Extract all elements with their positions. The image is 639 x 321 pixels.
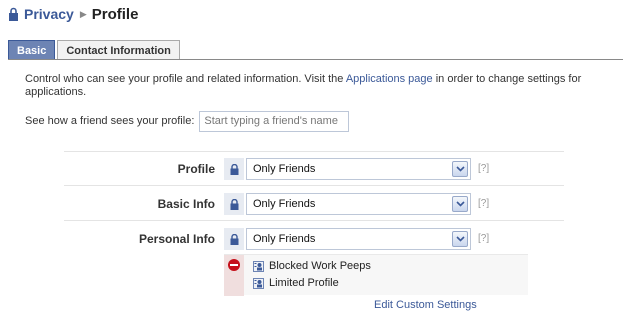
setting-row-profile: Profile Only Friends [?] xyxy=(64,158,564,180)
friend-preview-input[interactable] xyxy=(199,110,350,132)
help-link[interactable]: [?] xyxy=(478,198,489,209)
divider xyxy=(64,220,564,221)
friend-list-icon xyxy=(253,277,264,289)
list-item: Limited Profile xyxy=(253,276,339,290)
lock-icon xyxy=(9,7,18,21)
preview-label: See how a friend sees your profile: xyxy=(25,115,195,127)
tab-contact-information[interactable]: Contact Information xyxy=(57,40,180,60)
no-entry-icon xyxy=(228,259,240,271)
lock-icon xyxy=(224,193,244,215)
applications-page-link[interactable]: Applications page xyxy=(346,73,433,85)
lock-icon xyxy=(224,158,244,180)
limited-list-name: Limited Profile xyxy=(269,277,339,289)
divider xyxy=(64,151,564,152)
breadcrumb-separator: ▶ xyxy=(79,8,87,19)
lock-icon xyxy=(224,228,244,250)
blocked-marker xyxy=(224,255,244,296)
blocked-list-name: Blocked Work Peeps xyxy=(269,260,371,272)
help-link[interactable]: [?] xyxy=(478,163,489,174)
select-value: Only Friends xyxy=(253,198,316,210)
edit-custom-settings-link[interactable]: Edit Custom Settings xyxy=(374,299,477,311)
breadcrumb-privacy-link[interactable]: Privacy xyxy=(24,6,74,22)
privacy-description: Control who can see your profile and rel… xyxy=(25,73,600,99)
setting-row-basic-info: Basic Info Only Friends [?] xyxy=(64,193,564,215)
select-value: Only Friends xyxy=(253,233,316,245)
tab-bar: Basic Contact Information xyxy=(8,40,182,60)
chevron-down-icon[interactable] xyxy=(452,196,468,212)
setting-label: Basic Info xyxy=(157,197,215,211)
description-text-start: Control who can see your profile and rel… xyxy=(25,73,346,85)
tab-divider xyxy=(8,59,623,60)
friend-list-icon xyxy=(253,260,264,272)
chevron-down-icon[interactable] xyxy=(452,231,468,247)
chevron-down-icon[interactable] xyxy=(452,161,468,177)
basic-info-privacy-select[interactable]: Only Friends xyxy=(246,193,471,215)
list-item: Blocked Work Peeps xyxy=(253,259,371,273)
setting-label: Personal Info xyxy=(138,232,215,246)
custom-exceptions: Blocked Work Peeps Limited Profile xyxy=(224,254,528,296)
profile-preview: See how a friend sees your profile: xyxy=(25,110,350,132)
breadcrumb: Privacy ▶ Profile xyxy=(8,4,138,24)
profile-privacy-select[interactable]: Only Friends xyxy=(246,158,471,180)
page-title: Profile xyxy=(91,5,139,23)
tab-basic[interactable]: Basic xyxy=(8,40,56,60)
setting-row-personal-info: Personal Info Only Friends [?] xyxy=(64,228,564,250)
divider xyxy=(64,185,564,186)
select-value: Only Friends xyxy=(253,163,316,175)
help-link[interactable]: [?] xyxy=(478,233,489,244)
setting-label: Profile xyxy=(177,162,215,176)
personal-info-privacy-select[interactable]: Only Friends xyxy=(246,228,471,250)
